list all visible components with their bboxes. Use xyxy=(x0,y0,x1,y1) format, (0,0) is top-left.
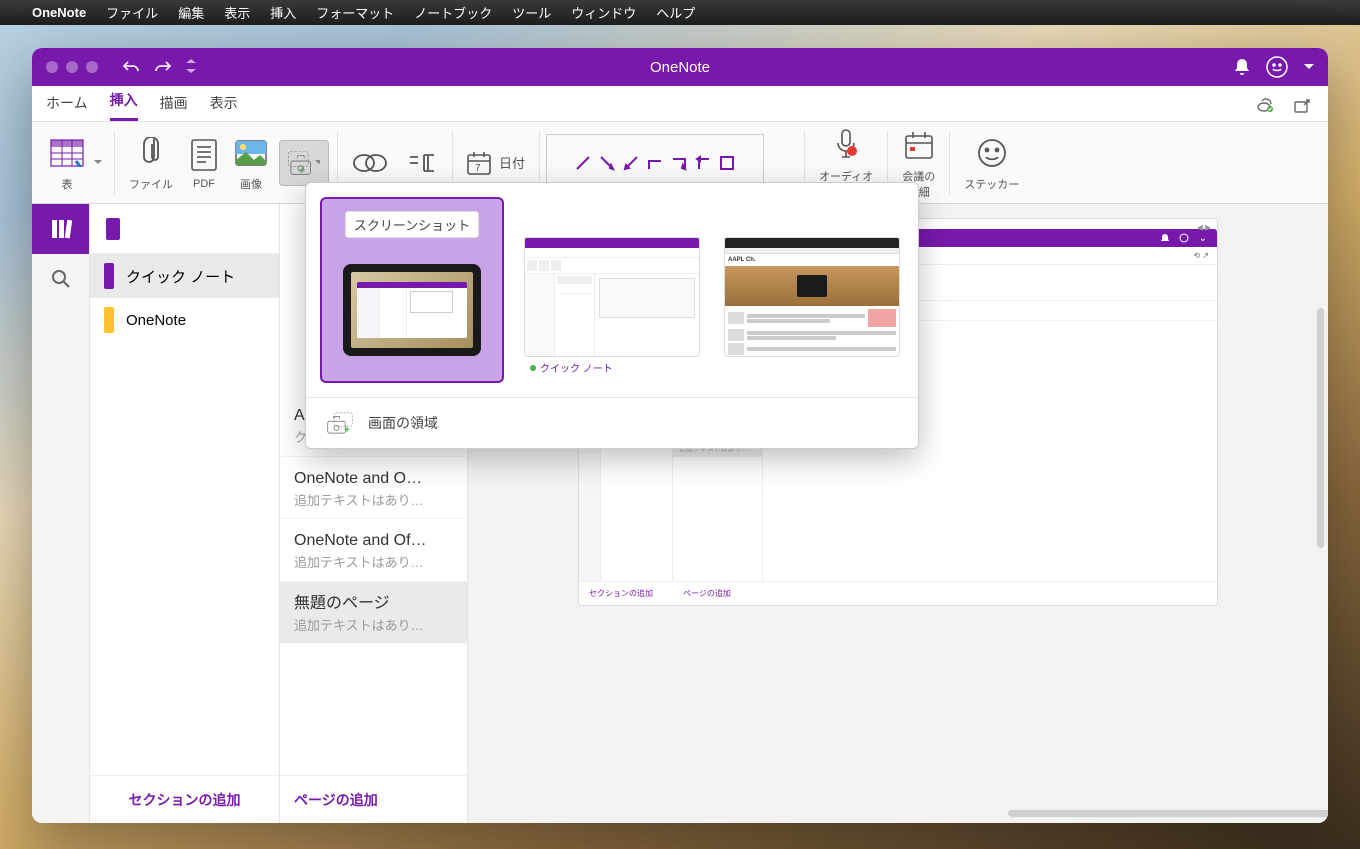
menu-file[interactable]: ファイル xyxy=(106,3,158,22)
svg-text:7: 7 xyxy=(475,163,481,174)
vertical-scrollbar[interactable] xyxy=(1317,308,1324,548)
ribbon-tabs: ホーム 挿入 描画 表示 xyxy=(32,86,1328,122)
rail-notebooks[interactable] xyxy=(32,204,89,254)
screenshot-option-selected[interactable]: スクリーンショット xyxy=(320,197,504,383)
titlebar: OneNote xyxy=(32,48,1328,86)
redo-icon[interactable] xyxy=(154,59,172,75)
ribbon-table[interactable]: 表 xyxy=(42,122,92,203)
browser-preview-icon: AAPL Ch. xyxy=(724,237,900,357)
menu-format[interactable]: フォーマット xyxy=(316,3,394,22)
menu-edit[interactable]: 編集 xyxy=(178,3,204,22)
add-section-button[interactable]: セクションの追加 xyxy=(90,775,279,823)
ribbon-screenshot-button[interactable]: + xyxy=(279,140,329,186)
sections-panel: クイック ノート OneNote セクションの追加 xyxy=(90,204,280,823)
add-page-button[interactable]: ページの追加 xyxy=(280,775,467,823)
window-title: OneNote xyxy=(650,59,710,76)
ribbon-sticker[interactable]: ステッカー xyxy=(956,122,1027,203)
tab-view[interactable]: 表示 xyxy=(210,93,238,121)
macos-menubar: OneNote ファイル 編集 表示 挿入 フォーマット ノートブック ツール … xyxy=(0,0,1360,25)
tab-home[interactable]: ホーム xyxy=(46,93,88,121)
chevron-down-icon[interactable] xyxy=(1304,64,1314,70)
app-name[interactable]: OneNote xyxy=(32,5,86,20)
share-icon[interactable] xyxy=(1294,97,1312,113)
page-untitled[interactable]: 無題のページ追加テキストはあり… xyxy=(280,582,467,645)
sync-icon[interactable] xyxy=(1254,97,1274,113)
menu-help[interactable]: ヘルプ xyxy=(656,3,695,22)
screenshot-option-web[interactable]: AAPL Ch. xyxy=(720,197,904,383)
ipad-preview-icon xyxy=(343,264,481,356)
mac-window-preview-icon xyxy=(524,237,700,357)
page-onenote-1[interactable]: OneNote and O…追加テキストはあり… xyxy=(280,457,467,520)
quick-access xyxy=(122,59,196,75)
section-onenote[interactable]: OneNote xyxy=(90,298,279,342)
undo-icon[interactable] xyxy=(122,59,140,75)
ribbon-picture[interactable]: 画像 xyxy=(227,122,275,203)
menu-insert[interactable]: 挿入 xyxy=(270,3,296,22)
screenshot-dropdown: スクリーンショット クイック ノート AAPL Ch. + 画面の領域 xyxy=(305,182,919,449)
dropdown-icon[interactable] xyxy=(94,160,102,165)
tab-insert[interactable]: 挿入 xyxy=(110,90,138,121)
menu-window[interactable]: ウィンドウ xyxy=(571,3,636,22)
menu-notebook[interactable]: ノートブック xyxy=(414,3,492,22)
screenshot-option-mac[interactable]: クイック ノート xyxy=(520,197,704,383)
section-quick-notes[interactable]: クイック ノート xyxy=(90,254,279,298)
rail-search[interactable] xyxy=(32,254,89,304)
camera-region-icon: + xyxy=(327,413,352,434)
horizontal-scrollbar[interactable] xyxy=(1008,810,1328,817)
nav-rail xyxy=(32,204,90,823)
bell-icon[interactable] xyxy=(1234,58,1250,76)
ribbon-file[interactable]: ファイル xyxy=(121,122,181,203)
notebook-header[interactable] xyxy=(90,204,279,254)
traffic-lights[interactable] xyxy=(46,61,98,73)
customize-icon[interactable] xyxy=(186,59,196,73)
ribbon-pdf[interactable]: PDF xyxy=(183,122,225,203)
menu-view[interactable]: 表示 xyxy=(224,3,250,22)
page-onenote-2[interactable]: OneNote and Of…追加テキストはあり… xyxy=(280,519,467,582)
account-icon[interactable] xyxy=(1266,56,1288,78)
tab-draw[interactable]: 描画 xyxy=(160,93,188,121)
screen-region-option[interactable]: + 画面の領域 xyxy=(306,397,918,448)
menu-tools[interactable]: ツール xyxy=(512,3,551,22)
screenshot-label: スクリーンショット xyxy=(345,211,479,238)
